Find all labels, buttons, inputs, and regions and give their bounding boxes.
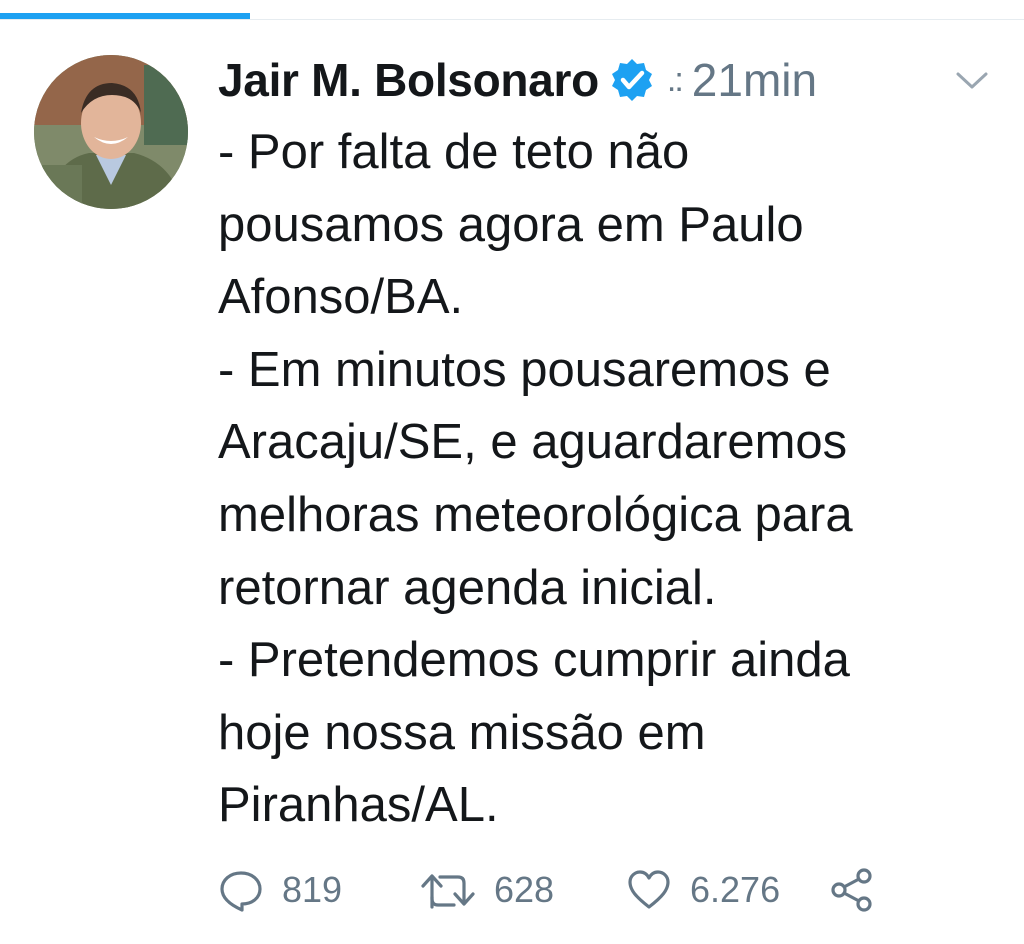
verified-badge-icon xyxy=(609,57,655,103)
tweet-text-line: - Por falta de teto não xyxy=(218,125,690,179)
timestamp[interactable]: 21min xyxy=(692,53,817,107)
tweet-text-line: pousamos agora em Paulo xyxy=(218,197,804,252)
top-divider xyxy=(0,19,1024,20)
tweet-header: Jair M. Bolsonaro .: 21min xyxy=(218,50,817,110)
tweet-actions: 819 628 6.276 xyxy=(218,860,1018,920)
chevron-down-icon[interactable] xyxy=(953,66,991,96)
separator-dots: .: xyxy=(666,60,684,99)
tweet-text-line: Afonso/BA. xyxy=(218,270,464,325)
reply-icon xyxy=(218,867,264,913)
tweet-text-line: hoje nossa missão em xyxy=(218,705,706,760)
reply-count: 819 xyxy=(282,869,343,910)
tweet-text-line: - Pretendemos cumprir ainda xyxy=(218,633,850,688)
tweet-text-line: - Em minutos pousaremos e xyxy=(218,342,831,397)
like-button[interactable]: 6.276 xyxy=(626,860,780,920)
tweet-text-line: melhoras meteorológica para xyxy=(218,487,853,542)
tweet-text-line: retornar agenda inicial. xyxy=(218,560,717,615)
retweet-count: 628 xyxy=(494,869,555,910)
tweet-text-line: Piranhas/AL. xyxy=(218,778,499,833)
reply-button[interactable]: 819 xyxy=(218,860,342,920)
avatar[interactable] xyxy=(34,55,188,209)
tweet-text-line: Aracaju/SE, e aguardaremos xyxy=(218,415,848,470)
author-name[interactable]: Jair M. Bolsonaro xyxy=(218,53,599,107)
retweet-button[interactable]: 628 xyxy=(420,860,554,920)
share-button[interactable] xyxy=(830,860,874,920)
share-icon xyxy=(830,867,874,913)
like-count: 6.276 xyxy=(690,869,781,910)
retweet-icon xyxy=(420,867,476,913)
tweet-text: - Por falta de teto não pousamos agora e… xyxy=(218,116,1008,842)
heart-icon xyxy=(626,867,672,913)
